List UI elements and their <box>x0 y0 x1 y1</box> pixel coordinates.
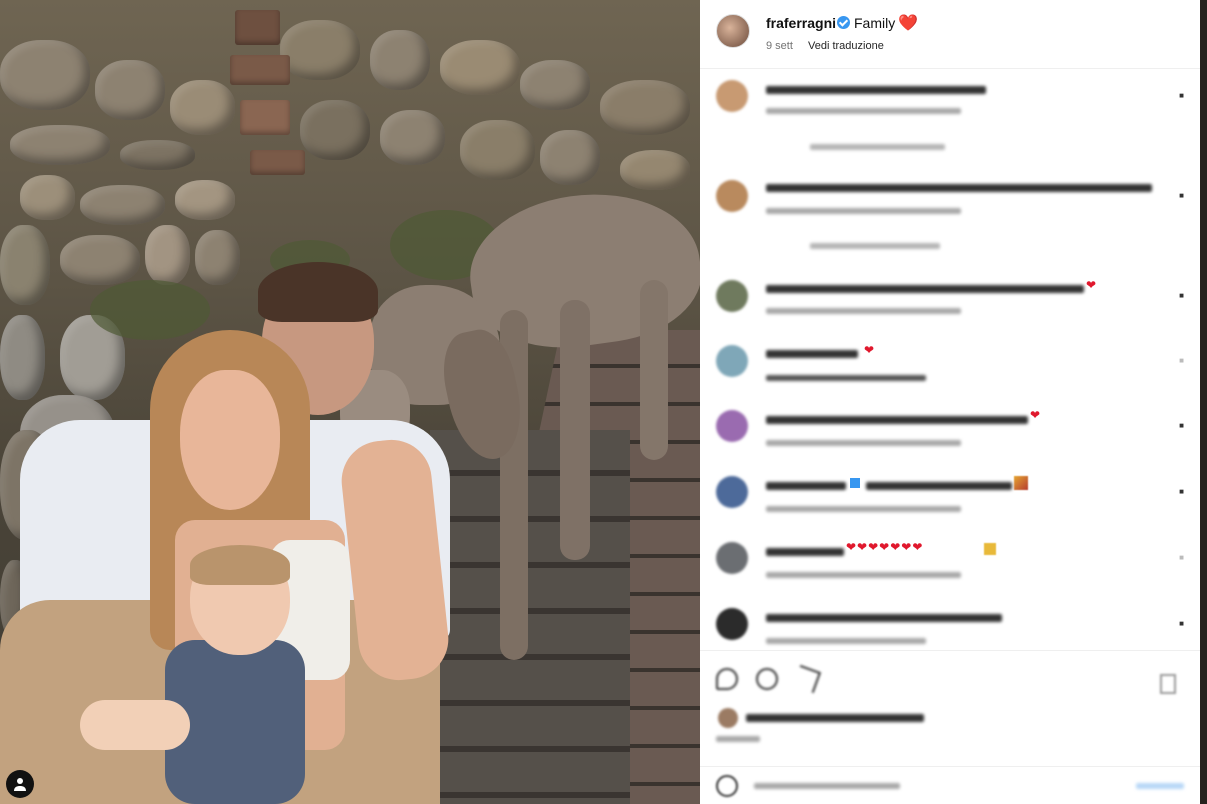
comment-text <box>766 548 844 556</box>
comment-text <box>766 416 1028 424</box>
commenter-avatar[interactable] <box>716 180 748 212</box>
comment-meta <box>766 638 926 644</box>
heart-icon: ❤ <box>1086 278 1097 292</box>
verified-badge-icon <box>837 16 850 29</box>
background-edge <box>1200 0 1207 804</box>
comment-divider <box>700 766 1200 767</box>
comment-meta <box>766 208 961 214</box>
comment-text <box>766 350 858 358</box>
commenter-avatar[interactable] <box>716 80 748 112</box>
emoji-icon <box>1014 476 1028 490</box>
heart-icon: ❤ <box>1030 408 1041 422</box>
like-icon[interactable] <box>716 668 738 690</box>
commenter-avatar[interactable] <box>716 608 748 640</box>
commenter-avatar[interactable] <box>716 345 748 377</box>
like-icon[interactable]: ■ <box>1179 91 1184 100</box>
bookmark-icon[interactable] <box>1160 674 1176 694</box>
see-translation-link[interactable]: Vedi traduzione <box>808 40 884 52</box>
header-divider <box>700 68 1200 69</box>
emoji-icon[interactable] <box>716 775 738 797</box>
post-caption: Family <box>854 15 896 31</box>
share-icon[interactable] <box>792 664 822 694</box>
comment-meta <box>766 572 961 578</box>
profile-icon[interactable] <box>6 770 34 798</box>
comment-icon[interactable] <box>756 668 778 690</box>
comment-meta <box>766 506 961 512</box>
commenter-avatar[interactable] <box>716 476 748 508</box>
actions-divider <box>700 650 1200 651</box>
post-date <box>716 736 760 742</box>
emoji-icon <box>984 543 996 555</box>
commenter-avatar[interactable] <box>716 410 748 442</box>
heart-icon: ❤❤❤❤❤❤❤ <box>846 540 924 554</box>
like-icon[interactable]: ■ <box>1179 553 1184 562</box>
post-header: fraferragni Family ❤️ 9 sett Vedi traduz… <box>700 0 1200 70</box>
comment-text <box>766 86 986 94</box>
heart-icon: ❤ <box>864 343 875 357</box>
commenter-avatar[interactable] <box>716 280 748 312</box>
liker-avatar[interactable] <box>718 708 738 728</box>
heart-icon: ❤️ <box>898 15 918 32</box>
comment-text <box>866 482 1012 490</box>
comment-meta <box>766 375 926 381</box>
view-replies[interactable] <box>810 243 940 249</box>
comment-text <box>766 482 846 490</box>
author-avatar[interactable] <box>716 14 750 48</box>
like-icon[interactable]: ■ <box>1179 619 1184 628</box>
like-icon[interactable]: ■ <box>1179 487 1184 496</box>
likes-summary[interactable] <box>746 714 924 722</box>
verified-badge-icon <box>850 478 860 488</box>
view-replies[interactable] <box>810 144 945 150</box>
like-icon[interactable]: ■ <box>1179 191 1184 200</box>
like-icon[interactable]: ■ <box>1179 356 1184 365</box>
commenter-avatar[interactable] <box>716 542 748 574</box>
post-timestamp[interactable]: 9 sett <box>766 40 793 52</box>
post-photo <box>0 0 700 804</box>
like-icon[interactable]: ■ <box>1179 291 1184 300</box>
add-comment-bar <box>700 770 1200 804</box>
author-username[interactable]: fraferragni <box>766 15 836 31</box>
comment-input[interactable] <box>754 783 900 789</box>
comment-text <box>766 614 1002 622</box>
post-detail-panel: fraferragni Family ❤️ 9 sett Vedi traduz… <box>700 0 1200 804</box>
comment-meta <box>766 108 961 114</box>
comment-meta <box>766 440 961 446</box>
like-icon[interactable]: ■ <box>1179 421 1184 430</box>
comment-text <box>766 184 1152 192</box>
post-comment-button[interactable] <box>1136 783 1184 789</box>
comment-meta <box>766 308 961 314</box>
comment-text <box>766 285 1084 293</box>
